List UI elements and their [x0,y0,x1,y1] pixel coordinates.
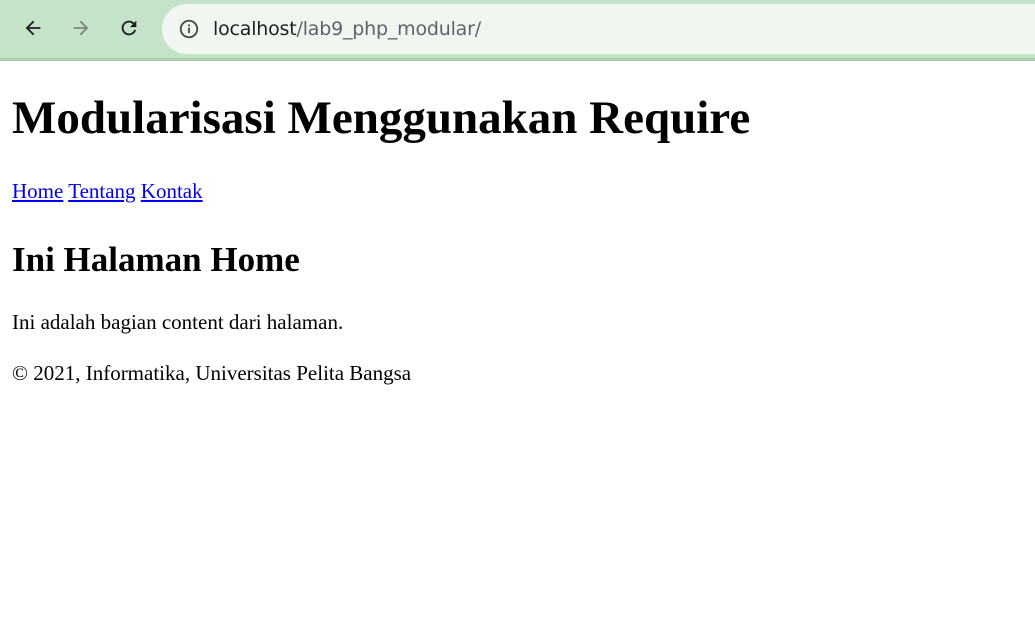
reload-icon [121,20,137,36]
arrow-right-icon [73,20,89,36]
url-host: localhost [213,18,297,40]
content-heading: Ini Halaman Home [12,240,300,279]
forward-button[interactable] [63,10,99,46]
browser-toolbar: localhost/lab9_php_modular/ [0,0,1035,61]
address-bar[interactable]: localhost/lab9_php_modular/ [162,4,1035,54]
nav-link-tentang[interactable]: Tentang [68,179,135,203]
main-nav: Home Tentang Kontak [12,181,203,202]
footer-text: © 2021, Informatika, Universitas Pelita … [12,361,412,385]
reload-button[interactable] [111,10,147,46]
url-text[interactable]: localhost/lab9_php_modular/ [213,18,481,40]
content-paragraph: Ini adalah bagian content dari halaman. [12,310,344,334]
nav-link-kontak[interactable]: Kontak [141,179,203,203]
info-icon[interactable] [177,17,201,41]
nav-link-home[interactable]: Home [12,179,63,203]
back-button[interactable] [15,10,51,46]
page-title: Modularisasi Menggunakan Require [12,92,751,144]
url-path: /lab9_php_modular/ [296,18,482,40]
page-content: Modularisasi Menggunakan Require Home Te… [0,61,1035,632]
arrow-left-icon [25,20,41,36]
